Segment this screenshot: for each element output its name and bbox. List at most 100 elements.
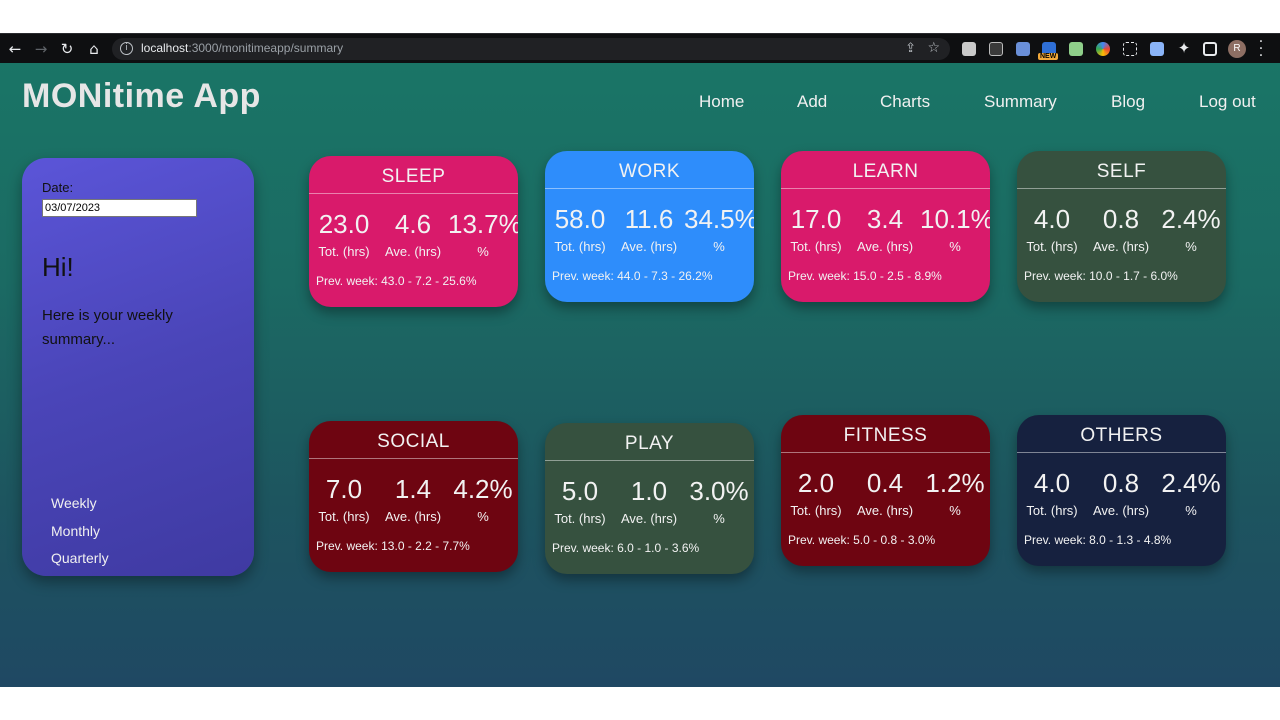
side-panel-icon[interactable]: [1203, 42, 1217, 56]
card-divider: [1017, 188, 1226, 189]
nav-summary[interactable]: Summary: [984, 92, 1057, 112]
reload-icon[interactable]: ↻: [58, 40, 76, 58]
card-total: 58.0: [554, 204, 606, 234]
card-average-label: Ave. (hrs): [620, 511, 678, 526]
window-top-margin: [0, 0, 1280, 33]
card-total: 17.0: [790, 204, 842, 234]
card-title: PLAY: [624, 433, 675, 454]
card-average-label: Ave. (hrs): [384, 244, 442, 259]
extension-icon-6[interactable]: [1096, 42, 1110, 56]
back-icon[interactable]: ←: [6, 40, 24, 58]
app-brand[interactable]: MONitime App: [22, 77, 261, 116]
card-percent: 3.0%: [689, 476, 749, 506]
card-prev-week: Prev. week: 6.0 - 1.0 - 3.6%: [552, 541, 700, 555]
card-average: 1.0: [630, 476, 668, 506]
card-total-label: Tot. (hrs): [1026, 239, 1078, 254]
card-total: 4.0: [1033, 468, 1071, 498]
nav-add[interactable]: Add: [797, 92, 827, 112]
date-input[interactable]: 03/07/2023: [42, 199, 197, 217]
nav-home[interactable]: Home: [699, 92, 744, 112]
summary-message: Here is your weekly summary...: [42, 307, 173, 348]
card-divider: [309, 193, 518, 194]
home-icon[interactable]: ⌂: [85, 40, 103, 58]
period-quarterly[interactable]: Quarterly: [51, 550, 109, 566]
address-bar[interactable]: i localhost:3000/monitimeapp/summary ⇪ ☆: [112, 38, 950, 60]
card-percent-label: %: [713, 239, 725, 254]
card-percent-label: %: [477, 509, 489, 524]
card-average: 4.6: [394, 209, 432, 239]
extension-icon-1[interactable]: [962, 42, 976, 56]
card-total-label: Tot. (hrs): [318, 244, 370, 259]
extension-icon-3[interactable]: [1016, 42, 1030, 56]
card-divider: [545, 188, 754, 189]
nav-blog[interactable]: Blog: [1111, 92, 1145, 112]
card-title: SELF: [1096, 161, 1147, 182]
card-average: 0.8: [1102, 204, 1140, 234]
card-percent: 2.4%: [1161, 468, 1221, 498]
card-percent: 10.1%: [920, 204, 990, 234]
card-title: SOCIAL: [377, 431, 450, 452]
nav-logout[interactable]: Log out: [1199, 92, 1256, 112]
card-average: 0.4: [866, 468, 904, 498]
extensions-puzzle-icon[interactable]: ✦: [1175, 39, 1193, 57]
extension-icon-2[interactable]: [989, 42, 1003, 56]
card-average-label: Ave. (hrs): [384, 509, 442, 524]
forward-icon[interactable]: →: [32, 40, 50, 58]
profile-avatar[interactable]: R: [1228, 40, 1246, 58]
card-average-label: Ave. (hrs): [856, 239, 914, 254]
extension-icon-5[interactable]: [1069, 42, 1083, 56]
bookmark-star-icon[interactable]: ☆: [927, 40, 940, 56]
greeting: Hi!: [42, 252, 74, 282]
card-average-label: Ave. (hrs): [1092, 239, 1150, 254]
card-percent-label: %: [1185, 503, 1197, 518]
card-total: 7.0: [325, 474, 363, 504]
site-info-icon[interactable]: i: [120, 42, 133, 55]
card-total-label: Tot. (hrs): [318, 509, 370, 524]
card-title: OTHERS: [1080, 425, 1163, 446]
card-prev-week: Prev. week: 15.0 - 2.5 - 8.9%: [788, 269, 942, 283]
card-divider: [545, 460, 754, 461]
card-percent-label: %: [1185, 239, 1197, 254]
card-percent: 2.4%: [1161, 204, 1221, 234]
period-weekly[interactable]: Weekly: [51, 495, 97, 511]
card-play: PLAY 5.0 1.0 3.0% Tot. (hrs) Ave. (hrs) …: [545, 423, 754, 574]
card-total: 4.0: [1033, 204, 1071, 234]
card-average: 1.4: [394, 474, 432, 504]
card-average: 0.8: [1102, 468, 1140, 498]
card-total: 5.0: [561, 476, 599, 506]
date-label: Date:: [42, 180, 74, 195]
nav-charts[interactable]: Charts: [880, 92, 930, 112]
card-prev-week: Prev. week: 5.0 - 0.8 - 3.0%: [788, 533, 936, 547]
card-learn: LEARN 17.0 3.4 10.1% Tot. (hrs) Ave. (hr…: [781, 151, 990, 302]
card-work: WORK 58.0 11.6 34.5% Tot. (hrs) Ave. (hr…: [545, 151, 754, 302]
card-average-label: Ave. (hrs): [620, 239, 678, 254]
card-average-label: Ave. (hrs): [856, 503, 914, 518]
browser-menu-icon[interactable]: · · ·: [1256, 35, 1266, 63]
card-prev-week: Prev. week: 8.0 - 1.3 - 4.8%: [1024, 533, 1172, 547]
card-average: 11.6: [624, 204, 674, 234]
period-monthly[interactable]: Monthly: [51, 523, 100, 539]
card-divider: [781, 452, 990, 453]
card-total-label: Tot. (hrs): [554, 239, 606, 254]
card-prev-week: Prev. week: 43.0 - 7.2 - 25.6%: [316, 274, 477, 288]
card-total-label: Tot. (hrs): [790, 503, 842, 518]
card-total-label: Tot. (hrs): [1026, 503, 1078, 518]
card-divider: [1017, 452, 1226, 453]
card-prev-week: Prev. week: 10.0 - 1.7 - 6.0%: [1024, 269, 1178, 283]
card-title: SLEEP: [381, 166, 446, 187]
extension-icon-7[interactable]: [1150, 42, 1164, 56]
card-prev-week: Prev. week: 44.0 - 7.3 - 26.2%: [552, 269, 713, 283]
new-badge: NEW: [1038, 53, 1059, 60]
card-percent: 4.2%: [453, 474, 513, 504]
card-total-label: Tot. (hrs): [790, 239, 842, 254]
card-percent-label: %: [477, 244, 489, 259]
card-title: LEARN: [852, 161, 919, 182]
screenshot-icon[interactable]: [1123, 42, 1137, 56]
card-percent-label: %: [949, 239, 961, 254]
share-icon[interactable]: ⇪: [905, 41, 916, 56]
url-text[interactable]: localhost:3000/monitimeapp/summary: [141, 41, 343, 55]
app-page: MONitime App Home Add Charts Summary Blo…: [0, 63, 1280, 687]
browser-toolbar: ← → ↻ ⌂ i localhost:3000/monitimeapp/sum…: [0, 33, 1280, 63]
card-percent-label: %: [949, 503, 961, 518]
card-divider: [781, 188, 990, 189]
